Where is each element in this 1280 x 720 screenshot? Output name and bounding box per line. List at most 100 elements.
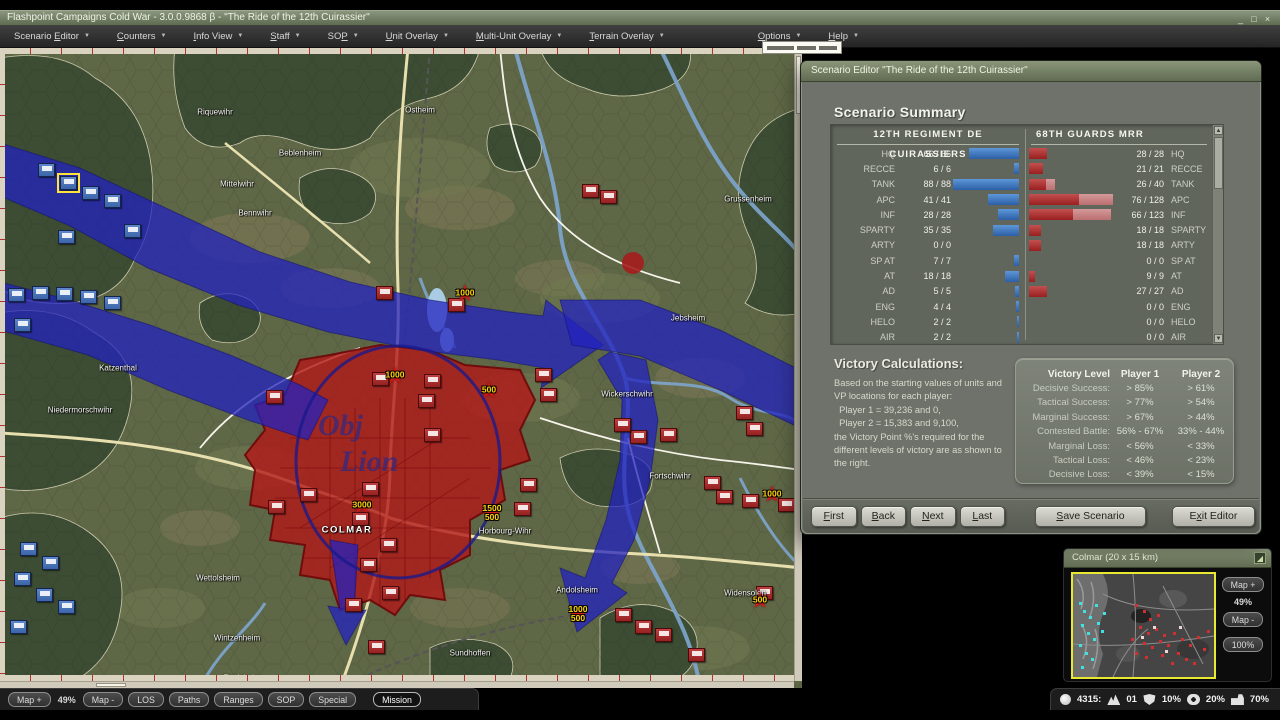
sop-button[interactable]: SOP	[268, 692, 305, 707]
exit-editor-button[interactable]: Exit Editor	[1172, 506, 1255, 527]
menu-item-counters[interactable]: Counters▼	[117, 31, 167, 42]
maximize-button[interactable]: □	[1248, 12, 1259, 26]
menu-bar: Scenario Editor▼ Counters▼ Info View▼ Staff…	[0, 25, 1280, 48]
pact-unit-counter[interactable]	[660, 428, 677, 442]
first-button[interactable]: First	[811, 506, 857, 527]
pact-unit-counter[interactable]	[380, 538, 397, 552]
victory-point-marker[interactable]: ★500	[753, 596, 767, 605]
nato-unit-counter[interactable]	[80, 290, 97, 304]
nato-unit-counter[interactable]	[124, 224, 141, 238]
summary-scroll-thumb[interactable]	[1214, 137, 1223, 189]
victory-point-marker[interactable]: ★1000500	[569, 605, 588, 623]
menu-item-options[interactable]: Options▼	[758, 31, 802, 42]
pact-unit-counter[interactable]	[360, 558, 377, 572]
victory-point-marker[interactable]: ★1000	[763, 490, 782, 499]
pact-unit-counter[interactable]	[345, 598, 362, 612]
nato-unit-counter[interactable]	[36, 588, 53, 602]
pact-unit-counter[interactable]	[266, 390, 283, 404]
minimap-resize-icon[interactable]: ◢	[1254, 552, 1266, 564]
special-button[interactable]: Special	[309, 692, 356, 707]
pact-unit-counter[interactable]	[582, 184, 599, 198]
nato-unit-counter[interactable]	[20, 542, 37, 556]
map-area[interactable]: Obj Lion RiquewihrOstheimBeblenheimMitte…	[0, 48, 802, 688]
last-button[interactable]: Last	[960, 506, 1006, 527]
minimap-zoom-in-button[interactable]: Map +	[1222, 577, 1265, 592]
pact-unit-counter[interactable]	[615, 608, 632, 622]
mission-button[interactable]: Mission	[373, 692, 421, 707]
minimap-marker-dot	[1141, 636, 1144, 639]
nato-unit-counter[interactable]	[104, 194, 121, 208]
pact-unit-counter[interactable]	[614, 418, 631, 432]
scroll-down-arrow[interactable]: ▼	[1214, 334, 1223, 343]
save-scenario-button[interactable]: Save Scenario	[1035, 506, 1146, 527]
back-button[interactable]: Back	[861, 506, 907, 527]
pact-unit-counter[interactable]	[368, 640, 385, 654]
nato-unit-counter[interactable]	[104, 296, 121, 310]
nato-unit-counter[interactable]	[60, 176, 77, 190]
paths-button[interactable]: Paths	[169, 692, 210, 707]
minimize-button[interactable]: _	[1235, 12, 1246, 26]
pact-unit-counter[interactable]	[268, 500, 285, 514]
pact-unit-counter[interactable]	[600, 190, 617, 204]
nato-unit-counter[interactable]	[38, 163, 55, 177]
pact-unit-counter[interactable]	[746, 422, 763, 436]
summary-scrollbar[interactable]: ▲ ▼	[1212, 125, 1223, 344]
nato-unit-counter[interactable]	[8, 288, 25, 302]
menu-item-sop[interactable]: SOP▼	[328, 31, 359, 42]
pact-unit-counter[interactable]	[424, 428, 441, 442]
pact-unit-counter[interactable]	[520, 478, 537, 492]
los-button[interactable]: LOS	[128, 692, 164, 707]
victory-point-marker[interactable]: ★1000	[386, 371, 405, 380]
pact-unit-counter[interactable]	[704, 476, 721, 490]
pact-unit-counter[interactable]	[716, 490, 733, 504]
minimap-view[interactable]	[1071, 572, 1216, 679]
menu-item-info-view[interactable]: Info View▼	[193, 31, 243, 42]
horizontal-scroll-thumb[interactable]	[96, 683, 126, 687]
pact-unit-counter[interactable]	[424, 374, 441, 388]
next-button[interactable]: Next	[910, 506, 956, 527]
nato-unit-counter[interactable]	[82, 186, 99, 200]
minimap-full-zoom-button[interactable]: 100%	[1223, 637, 1264, 652]
pact-unit-counter[interactable]	[418, 394, 435, 408]
nato-unit-counter[interactable]	[56, 287, 73, 301]
map-zoom-out-button[interactable]: Map -	[83, 692, 124, 707]
pact-unit-counter[interactable]	[655, 628, 672, 642]
menu-item-terrain-overlay[interactable]: Terrain Overlay▼	[589, 31, 664, 42]
minimap-titlebar[interactable]: Colmar (20 x 15 km) ◢	[1064, 549, 1271, 568]
victory-point-marker[interactable]: ★1500500	[483, 504, 502, 522]
nato-unit-counter[interactable]	[32, 286, 49, 300]
nato-unit-counter[interactable]	[42, 556, 59, 570]
pact-unit-counter[interactable]	[736, 406, 753, 420]
pact-unit-counter[interactable]	[688, 648, 705, 662]
pact-unit-counter[interactable]	[514, 502, 531, 516]
pact-unit-counter[interactable]	[635, 620, 652, 634]
nato-unit-counter[interactable]	[58, 230, 75, 244]
scroll-up-arrow[interactable]: ▲	[1214, 126, 1223, 135]
pact-unit-counter[interactable]	[535, 368, 552, 382]
victory-point-marker[interactable]: ★500	[482, 386, 496, 395]
pact-unit-counter[interactable]	[540, 388, 557, 402]
pact-unit-counter[interactable]	[382, 586, 399, 600]
pact-unit-counter[interactable]	[376, 286, 393, 300]
pact-unit-counter[interactable]	[300, 488, 317, 502]
pact-unit-counter[interactable]	[742, 494, 759, 508]
victory-point-marker[interactable]: ★1000	[456, 289, 475, 298]
nato-unit-counter[interactable]	[14, 318, 31, 332]
dialog-titlebar[interactable]: Scenario Editor "The Ride of the 12th Cu…	[801, 61, 1261, 82]
minimap-zoom-out-button[interactable]: Map -	[1223, 612, 1264, 627]
unit-count-value: 0 / 0	[1114, 256, 1164, 266]
menu-item-multi-unit-overlay[interactable]: Multi-Unit Overlay▼	[476, 31, 562, 42]
menu-item-staff[interactable]: Staff▼	[270, 31, 300, 42]
nato-unit-counter[interactable]	[14, 572, 31, 586]
victory-point-marker[interactable]: ★3000	[353, 501, 372, 510]
menu-item-scenario-editor[interactable]: Scenario Editor▼	[14, 31, 90, 42]
ranges-button[interactable]: Ranges	[214, 692, 262, 707]
close-button[interactable]: ×	[1262, 12, 1273, 26]
map-zoom-in-button[interactable]: Map +	[8, 692, 51, 707]
nato-unit-counter[interactable]	[10, 620, 27, 634]
pact-unit-counter[interactable]	[630, 430, 647, 444]
menu-item-help[interactable]: Help▼	[828, 31, 859, 42]
menu-item-unit-overlay[interactable]: Unit Overlay▼	[386, 31, 449, 42]
map-horizontal-scrollbar[interactable]	[0, 681, 794, 688]
nato-unit-counter[interactable]	[58, 600, 75, 614]
